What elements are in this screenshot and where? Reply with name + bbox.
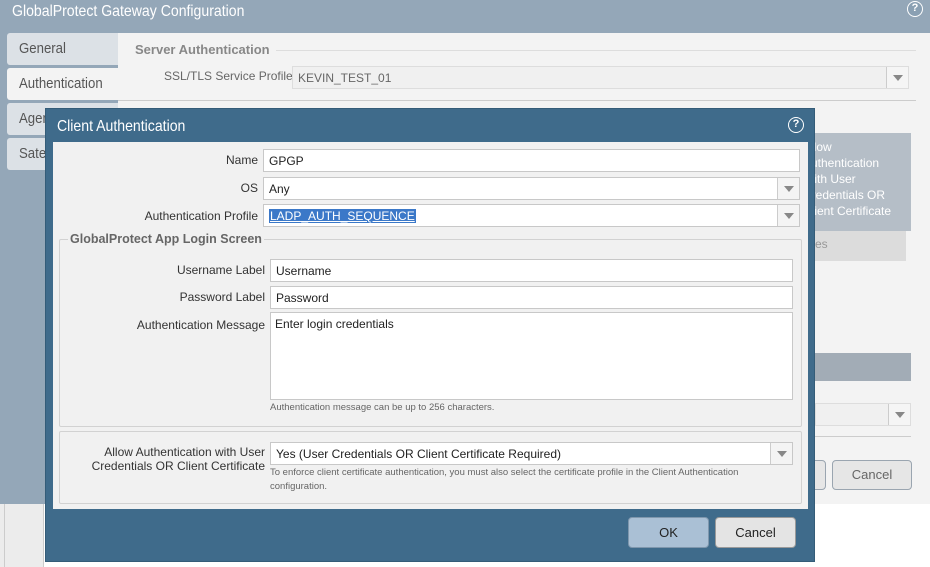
table-row[interactable]: es [815, 231, 906, 261]
cancel-button[interactable]: Cancel [715, 517, 796, 548]
help-icon[interactable]: ? [907, 1, 923, 17]
page-background [0, 504, 44, 567]
help-icon[interactable]: ? [788, 117, 804, 133]
login-screen-section: GlobalProtect App Login Screen Username … [59, 232, 802, 427]
chevron-down-icon[interactable] [770, 443, 792, 464]
password-label-label: Password Label [179, 290, 265, 304]
ok-button[interactable]: OK [628, 517, 709, 548]
ssl-tls-profile-label: SSL/TLS Service Profile [164, 69, 293, 83]
password-label-input[interactable]: Password [270, 286, 793, 309]
dialog-body: Name GPGP OS Any Authentication Profile … [53, 142, 808, 509]
section-divider [118, 100, 916, 101]
ssl-tls-profile-select[interactable]: KEVIN_TEST_01 [292, 66, 909, 89]
table-toolbar [815, 353, 911, 381]
allow-auth-hint-line2: configuration. [270, 481, 328, 492]
authentication-profile-select[interactable]: LADP_AUTH_SEQUENCE [263, 204, 800, 227]
client-authentication-dialog: Client Authentication ? Name GPGP OS Any… [45, 108, 815, 562]
chevron-down-icon[interactable] [777, 205, 799, 226]
server-authentication-heading: Server Authentication [135, 42, 270, 57]
allow-auth-label-line1: Allow Authentication with User [104, 445, 265, 459]
dialog-title: Client Authentication [57, 118, 186, 135]
section-divider [276, 50, 916, 51]
authentication-message-textarea[interactable]: Enter login credentials [270, 312, 793, 400]
client-auth-table-header: Allow Authentication With User Credentia… [815, 133, 911, 231]
os-label: OS [240, 181, 258, 195]
gateway-dialog-title: GlobalProtect Gateway Configuration [12, 3, 245, 20]
chevron-down-icon[interactable] [888, 404, 910, 425]
allow-auth-label-line2: Credentials OR Client Certificate [91, 459, 265, 473]
username-label-label: Username Label [176, 263, 265, 277]
os-select[interactable]: Any [263, 177, 800, 200]
client-certificate-option-section: Allow Authentication with User Credentia… [59, 431, 802, 504]
name-input[interactable]: GPGP [263, 149, 800, 172]
tab-general[interactable]: General [7, 33, 118, 65]
allow-auth-hint-line1: To enforce client certificate authentica… [270, 467, 739, 478]
certificate-profile-select[interactable] [815, 403, 911, 426]
gateway-cancel-button[interactable]: Cancel [832, 460, 912, 490]
chevron-down-icon[interactable] [777, 178, 799, 199]
authentication-profile-label: Authentication Profile [144, 209, 258, 223]
tab-authentication[interactable]: Authentication [7, 68, 118, 100]
username-label-input[interactable]: Username [270, 259, 793, 282]
login-screen-heading: GlobalProtect App Login Screen [68, 232, 264, 246]
chevron-down-icon[interactable] [886, 67, 908, 88]
authentication-message-label: Authentication Message [136, 318, 265, 332]
name-label: Name [225, 153, 258, 167]
section-divider [815, 436, 911, 437]
authentication-message-hint: Authentication message can be up to 256 … [270, 402, 495, 413]
allow-auth-select[interactable]: Yes (User Credentials OR Client Certific… [270, 442, 793, 465]
